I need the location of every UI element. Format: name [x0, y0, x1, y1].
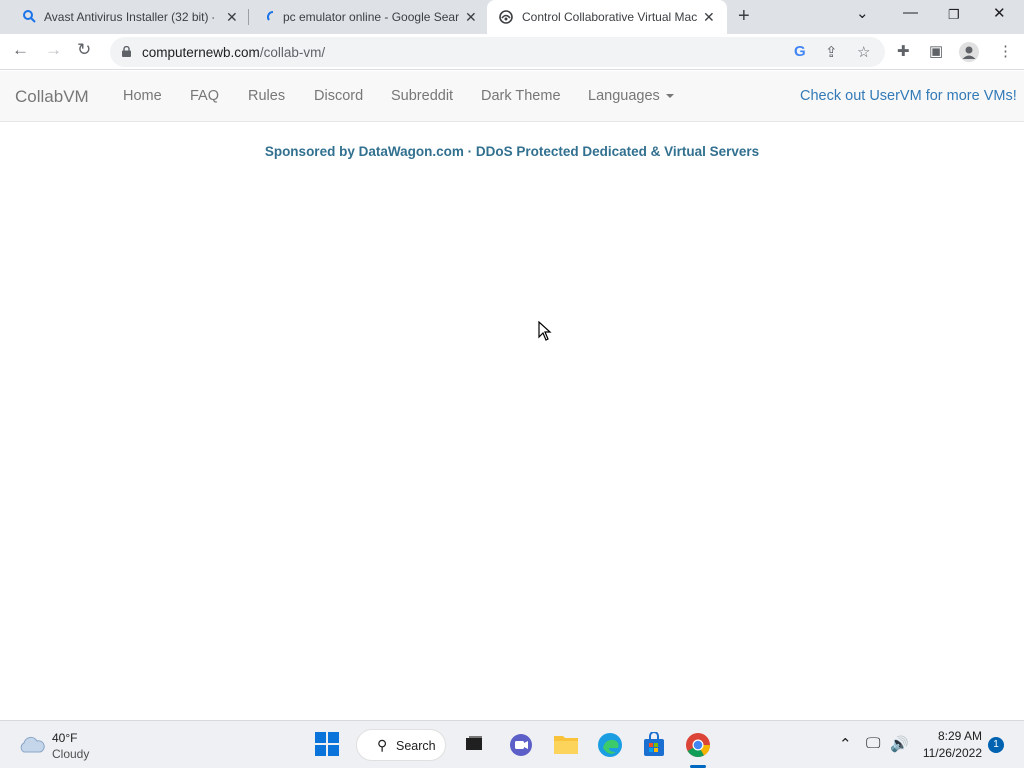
mouse-cursor-icon — [538, 320, 552, 346]
sponsor-link[interactable]: Sponsored by DataWagon.com · DDoS Protec… — [0, 144, 1024, 159]
url-path: /collab-vm/ — [259, 45, 326, 60]
tab-collabvm[interactable]: Control Collaborative Virtual Mac ✕ — [487, 0, 727, 34]
weather-condition[interactable]: Cloudy — [52, 747, 89, 761]
nav-rules[interactable]: Rules — [248, 88, 285, 104]
collabvm-icon — [498, 9, 514, 28]
url-text: computernewb.com/collab-vm/ — [142, 45, 325, 60]
cloud-icon[interactable] — [18, 735, 46, 758]
close-tab-icon[interactable]: ✕ — [226, 9, 238, 26]
side-panel-icon[interactable]: ▣ — [929, 42, 943, 60]
nav-home[interactable]: Home — [123, 88, 162, 104]
teams-chat-icon[interactable] — [508, 732, 534, 758]
tab-title: Avast Antivirus Installer (32 bit) - — [44, 10, 214, 24]
notification-badge[interactable]: 1 — [988, 737, 1004, 753]
nav-subreddit[interactable]: Subreddit — [391, 88, 453, 104]
menu-kebab-icon[interactable]: ⋮ — [998, 42, 1013, 60]
close-tab-icon[interactable]: ✕ — [465, 9, 477, 26]
minimize-icon[interactable]: — — [903, 4, 918, 21]
tab-title: Control Collaborative Virtual Mac — [522, 10, 698, 24]
lock-icon — [122, 44, 131, 57]
nav-languages-dropdown[interactable]: Languages — [588, 88, 674, 104]
nav-dark-theme[interactable]: Dark Theme — [481, 88, 561, 104]
windows-start-icon[interactable] — [315, 732, 341, 758]
restore-icon[interactable]: ❐ — [948, 7, 960, 23]
network-icon[interactable]: 🖵 — [866, 735, 880, 752]
close-window-icon[interactable]: ✕ — [993, 4, 1006, 22]
volume-icon[interactable]: 🔊 — [890, 735, 909, 753]
nav-discord[interactable]: Discord — [314, 88, 363, 104]
weather-temperature[interactable]: 40°F — [52, 731, 77, 745]
tab-title: pc emulator online - Google Sear — [283, 10, 460, 24]
file-explorer-icon[interactable] — [553, 732, 579, 758]
taskbar-search[interactable]: ⚲ Search — [356, 729, 446, 761]
back-arrow-icon[interactable]: ← — [12, 40, 29, 60]
taskbar-search-label: Search — [396, 739, 436, 753]
chrome-icon[interactable] — [685, 732, 711, 758]
close-tab-icon[interactable]: ✕ — [703, 9, 715, 26]
edge-browser-icon[interactable] — [597, 732, 623, 758]
bookmark-star-icon[interactable]: ☆ — [857, 43, 870, 61]
new-tab-button[interactable]: + — [738, 5, 750, 28]
uservm-link[interactable]: Check out UserVM for more VMs! — [800, 88, 1017, 104]
profile-icon[interactable] — [959, 42, 979, 67]
browser-tab-strip: Avast Antivirus Installer (32 bit) - ✕ p… — [0, 0, 1024, 34]
microsoft-store-icon[interactable] — [641, 731, 667, 758]
clock-time[interactable]: 8:29 AM — [934, 729, 982, 743]
search-icon — [22, 9, 36, 26]
search-icon: ⚲ — [377, 737, 388, 753]
site-navbar: CollabVM Home FAQ Rules Discord Subreddi… — [0, 71, 1024, 122]
reload-icon[interactable]: ↻ — [77, 40, 91, 60]
loading-icon — [267, 10, 279, 27]
forward-arrow-icon[interactable]: → — [45, 40, 62, 60]
site-brand[interactable]: CollabVM — [15, 87, 89, 107]
show-hidden-icons-chevron-icon[interactable]: ⌃ — [839, 735, 852, 753]
tab-avast[interactable]: Avast Antivirus Installer (32 bit) - ✕ — [8, 0, 248, 34]
tab-google-search[interactable]: pc emulator online - Google Sear ✕ — [249, 0, 487, 34]
windows-taskbar: 40°F Cloudy ⚲ Search ⌃ 🖵 🔊 8:29 AM 11/26… — [0, 720, 1024, 768]
task-view-icon[interactable] — [464, 735, 490, 761]
extensions-icon[interactable]: ✚ — [897, 42, 910, 60]
tab-search-icon[interactable]: ⌄ — [856, 4, 869, 22]
browser-toolbar: ← → ↻ computernewb.com/collab-vm/ G ⇪ ☆ … — [0, 34, 1024, 70]
clock-date[interactable]: 11/26/2022 — [918, 746, 982, 760]
nav-faq[interactable]: FAQ — [190, 88, 219, 104]
languages-label: Languages — [588, 88, 660, 104]
caret-down-icon — [665, 94, 674, 99]
address-bar[interactable]: computernewb.com/collab-vm/ G ⇪ ☆ — [110, 37, 885, 67]
share-icon[interactable]: ⇪ — [825, 43, 838, 61]
google-lens-icon[interactable]: G — [794, 43, 806, 60]
url-domain: computernewb.com — [142, 45, 260, 60]
